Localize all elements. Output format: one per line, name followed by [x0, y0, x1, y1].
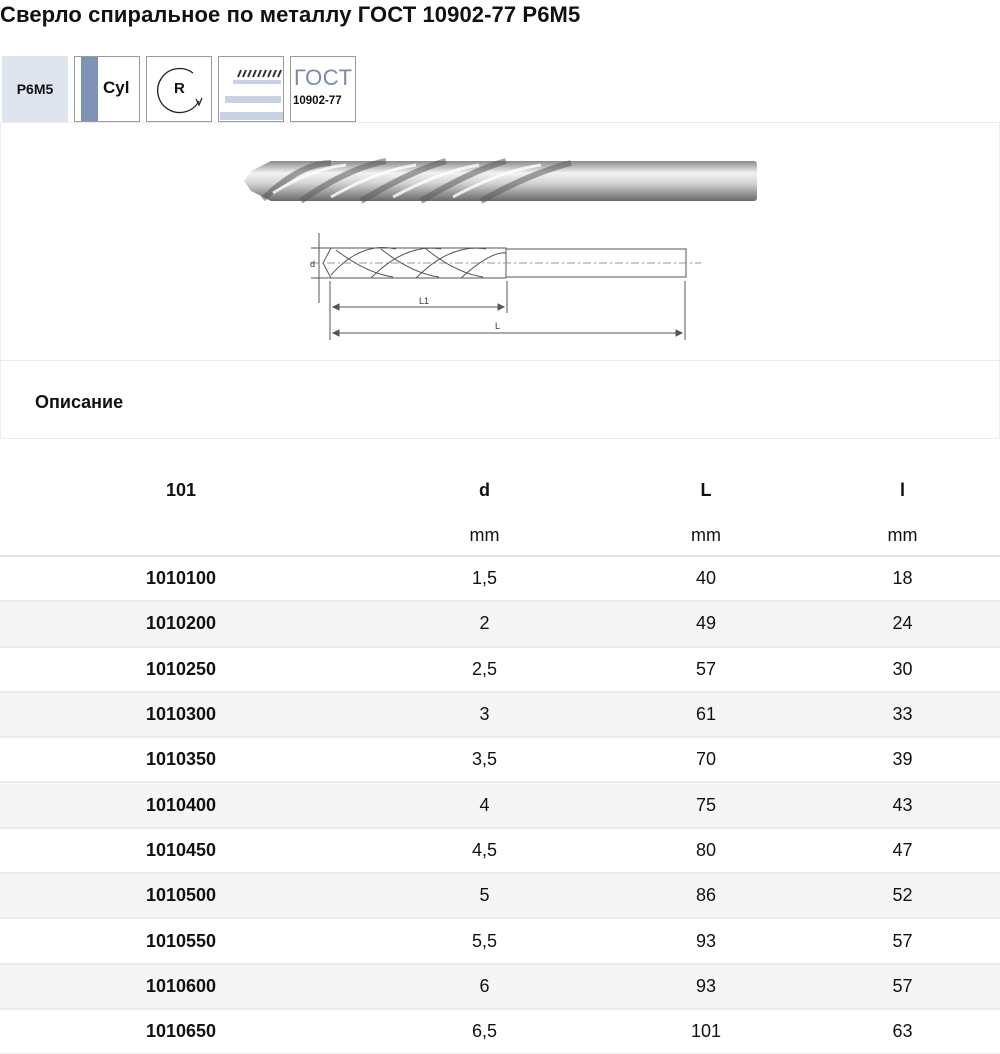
specifications-table: 101 d L l mm mm mm 1010100 1,5 40 18 1010200…: [0, 465, 1000, 1054]
cell-l: 47: [805, 827, 1000, 875]
cell-d: 2: [362, 601, 607, 648]
unit-l: mm: [805, 515, 1000, 557]
table-row: 1010600 6 93 57: [0, 963, 1000, 1010]
cell-d: 3,5: [362, 737, 607, 784]
drill-photo: [244, 158, 757, 204]
cell-code: 1010350: [0, 737, 362, 784]
table-row: 1010650 6,5 101 63: [0, 1008, 1000, 1054]
product-image-panel: d L1 L: [0, 122, 1000, 361]
cell-L: 70: [607, 737, 805, 784]
cell-L: 49: [607, 601, 805, 648]
cell-d: 1,5: [362, 556, 607, 603]
table-row: 1010400 4 75 43: [0, 782, 1000, 829]
dimension-label-d: d: [310, 259, 315, 269]
table-row: 1010100 1,5 40 18: [0, 556, 1000, 603]
cell-code: 1010500: [0, 873, 362, 920]
cell-l: 52: [805, 873, 1000, 920]
cell-L: 93: [607, 963, 805, 1010]
dimension-label-l1: L1: [419, 296, 429, 306]
standard-name: ГОСТ: [294, 65, 353, 90]
material-badge: P6M5: [2, 56, 68, 122]
cell-code: 1010650: [0, 1008, 362, 1054]
dimension-drawing: [311, 233, 701, 340]
cell-d: 4,5: [362, 827, 607, 875]
cell-d: 6: [362, 963, 607, 1010]
column-header-L: L: [700, 479, 712, 500]
cylindrical-shank-badge: Cyl: [74, 56, 140, 122]
cell-l: 57: [805, 918, 1000, 965]
cell-L: 86: [607, 873, 805, 920]
drill-type-badge: [218, 56, 284, 122]
cell-L: 75: [607, 782, 805, 829]
cell-l: 63: [805, 1008, 1000, 1054]
cell-code: 1010200: [0, 601, 362, 648]
cell-code: 1010600: [0, 963, 362, 1010]
rotation-label: R: [174, 80, 185, 97]
cell-L: 40: [607, 556, 805, 603]
standard-badge: ГОСТ 10902-77: [290, 56, 356, 122]
cell-code: 1010450: [0, 827, 362, 875]
table-row: 1010500 5 86 52: [0, 873, 1000, 920]
cell-d: 3: [362, 691, 607, 739]
cell-d: 5,5: [362, 918, 607, 965]
cell-l: 30: [805, 646, 1000, 693]
cell-d: 6,5: [362, 1008, 607, 1054]
table-units-row: mm mm mm: [0, 515, 1000, 557]
cell-code: 1010400: [0, 782, 362, 829]
cell-code: 1010100: [0, 556, 362, 603]
unit-d: mm: [362, 515, 607, 557]
column-header-l: l: [899, 479, 905, 500]
description-panel: Описание: [0, 360, 1000, 439]
table-row: 1010450 4,5 80 47: [0, 827, 1000, 875]
rotation-badge: R: [146, 56, 212, 122]
cell-l: 57: [805, 963, 1000, 1010]
dimension-label-l: L: [495, 321, 500, 331]
cell-code: 1010550: [0, 918, 362, 965]
cell-l: 18: [805, 556, 1000, 603]
table-row: 1010550 5,5 93 57: [0, 918, 1000, 965]
unit-L: mm: [607, 515, 805, 557]
cell-d: 4: [362, 782, 607, 829]
cell-d: 2,5: [362, 646, 607, 693]
feature-badges: P6M5 Cyl R ГОСТ 10902-77: [2, 56, 356, 122]
page-title: Сверло спиральное по металлу ГОСТ 10902-…: [0, 2, 581, 27]
table-row: 1010350 3,5 70 39: [0, 737, 1000, 784]
table-row: 1010250 2,5 57 30: [0, 646, 1000, 693]
shank-label: Cyl: [103, 78, 130, 97]
cell-l: 43: [805, 782, 1000, 829]
cell-L: 93: [607, 918, 805, 965]
cell-code: 1010300: [0, 691, 362, 739]
drill-flute-icon: [220, 69, 283, 120]
cell-l: 39: [805, 737, 1000, 784]
column-header-d: d: [479, 479, 490, 500]
cell-L: 61: [607, 691, 805, 739]
table-row: 1010200 2 49 24: [0, 601, 1000, 648]
cell-L: 57: [607, 646, 805, 693]
cell-L: 80: [607, 827, 805, 875]
standard-number: 10902-77: [293, 95, 342, 107]
product-drawing: d L1 L: [244, 158, 757, 340]
cell-d: 5: [362, 873, 607, 920]
unit-code: [0, 515, 362, 557]
cell-code: 1010250: [0, 646, 362, 693]
table-header-row: 101 d L l: [0, 465, 1000, 515]
cell-l: 33: [805, 691, 1000, 739]
cell-l: 24: [805, 601, 1000, 648]
table-body: 1010100 1,5 40 18 1010200 2 49 24 1010250 2,5 57 30…: [0, 556, 1000, 1054]
cell-L: 101: [607, 1008, 805, 1054]
column-header-code: 101: [165, 479, 197, 500]
table-row: 1010300 3 61 33: [0, 691, 1000, 739]
description-heading: Описание: [35, 392, 124, 412]
cylindrical-shank-icon: [81, 57, 98, 121]
material-label: P6M5: [16, 81, 54, 97]
